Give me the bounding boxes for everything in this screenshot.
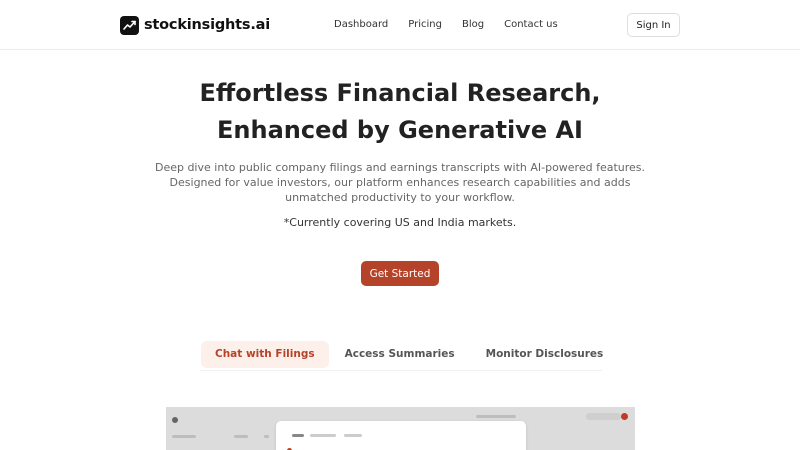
markets-note: *Currently covering US and India markets…: [283, 216, 517, 229]
preview-card-tab: [344, 434, 362, 437]
preview-top-bar: [476, 415, 516, 418]
navbar: stockinsights.ai Dashboard Pricing Blog …: [0, 0, 800, 50]
hero-title-line-2: Enhanced by Generative AI: [217, 116, 583, 144]
nav-dashboard[interactable]: Dashboard: [334, 18, 388, 32]
preview-sidebar-bar: [264, 435, 269, 438]
preview-sidebar-bar: [172, 435, 196, 438]
preview-card-tab: [292, 434, 304, 437]
hero-title: Effortless Financial Research, Enhanced …: [0, 75, 800, 149]
feature-tabs: Chat with Filings Access Summaries Monit…: [200, 338, 603, 371]
preview-logo-dot: [172, 417, 178, 423]
nav-pricing[interactable]: Pricing: [408, 18, 442, 32]
hero-description-line-3: unmatched productivity to your workflow.: [285, 191, 515, 204]
trend-line-icon: [120, 15, 139, 35]
preview-pill: [586, 413, 621, 420]
preview-sidebar-bar: [234, 435, 248, 438]
sign-in-button[interactable]: Sign In: [627, 13, 680, 37]
tab-chat-with-filings[interactable]: Chat with Filings: [201, 340, 329, 368]
preview-status-dot: [621, 413, 628, 420]
nav-contact-us[interactable]: Contact us: [504, 18, 558, 32]
tab-access-summaries[interactable]: Access Summaries: [331, 341, 469, 368]
hero-description: Deep dive into public company filings an…: [150, 160, 650, 205]
tab-monitor-disclosures[interactable]: Monitor Disclosures: [472, 341, 618, 368]
product-preview-image: [166, 407, 635, 450]
brand-name: stockinsights.ai: [144, 17, 270, 33]
hero-title-line-1: Effortless Financial Research,: [199, 79, 601, 107]
preview-card-tab: [310, 434, 336, 437]
hero-description-line-2: Designed for value investors, our platfo…: [169, 176, 631, 189]
preview-chat-card: [276, 421, 526, 450]
main-nav: Dashboard Pricing Blog Contact us: [334, 18, 578, 32]
hero-description-line-1: Deep dive into public company filings an…: [154, 161, 646, 174]
get-started-button[interactable]: Get Started: [361, 261, 439, 286]
brand-link[interactable]: stockinsights.ai: [120, 14, 270, 36]
nav-blog[interactable]: Blog: [462, 18, 484, 32]
